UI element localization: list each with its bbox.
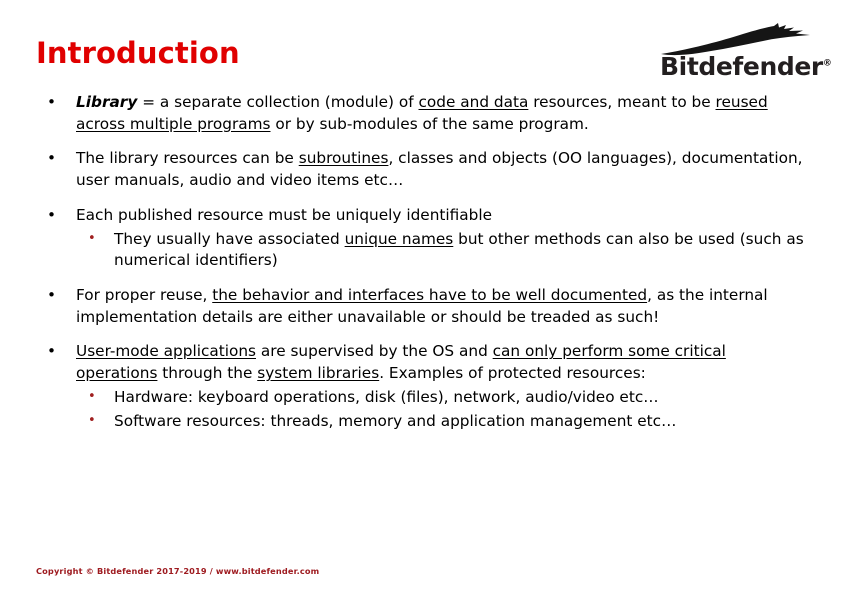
bullet-text: Hardware: keyboard operations, disk (fil… xyxy=(114,388,659,406)
emphasized-term: Library xyxy=(76,93,138,111)
bullet-group: • For proper reuse, the behavior and inte… xyxy=(36,285,806,328)
sub-bullet-item: • They usually have associated unique nam… xyxy=(36,229,806,272)
sub-bullet-item: • Software resources: threads, memory and… xyxy=(36,411,806,433)
text-run: Hardware: keyboard operations, disk (fil… xyxy=(114,387,659,406)
bullet-group: • Library = a separate collection (module… xyxy=(36,92,806,135)
underlined-phrase: User-mode applications xyxy=(76,342,256,361)
sub-bullet-marker-icon: • xyxy=(88,412,96,428)
bullet-text: Each published resource must be uniquely… xyxy=(76,206,492,224)
underlined-phrase: unique names xyxy=(344,229,454,248)
bullet-text: Software resources: threads, memory and … xyxy=(114,412,676,430)
bullet-item: • Library = a separate collection (module… xyxy=(36,92,806,135)
bitdefender-wordmark-text: Bitdefender xyxy=(660,52,823,81)
bullet-text: Library = a separate collection (module)… xyxy=(76,93,768,133)
text-run: They usually have associated xyxy=(114,229,345,248)
text-run: are supervised by the OS and xyxy=(256,342,493,361)
bullet-group: • User-mode applications are supervised b… xyxy=(36,341,806,432)
underlined-phrase: subroutines xyxy=(298,149,389,168)
bullet-group: • Each published resource must be uniquel… xyxy=(36,205,806,272)
bullet-marker-icon: • xyxy=(47,205,57,224)
underlined-phrase: system libraries xyxy=(257,364,380,383)
bullet-group: • The library resources can be subroutine… xyxy=(36,148,806,191)
bitdefender-wordmark: Bitdefender® xyxy=(660,52,832,81)
text-run: or by sub-modules of the same program. xyxy=(270,114,589,133)
slide-canvas: Introduction Bitdefender® • Library = a s… xyxy=(0,0,842,596)
underlined-phrase: the behavior and interfaces have to be w… xyxy=(212,286,648,305)
text-run: through the xyxy=(157,364,258,383)
sub-bullet-marker-icon: • xyxy=(88,230,96,246)
bullet-text: They usually have associated unique name… xyxy=(114,230,804,270)
slide-body: • Library = a separate collection (module… xyxy=(36,92,806,445)
bullet-text: The library resources can be subroutines… xyxy=(76,149,803,189)
sub-bullet-item: • Hardware: keyboard operations, disk (fi… xyxy=(36,387,806,409)
text-run: = a separate collection (module) of xyxy=(137,93,419,111)
bullet-marker-icon: • xyxy=(47,342,57,361)
bullet-item: • For proper reuse, the behavior and inte… xyxy=(36,285,806,328)
bullet-item: • Each published resource must be uniquel… xyxy=(36,205,806,227)
bullet-text: User-mode applications are supervised by… xyxy=(76,342,726,382)
underlined-phrase: code and data xyxy=(418,93,529,111)
text-run: resources, meant to be xyxy=(528,93,716,111)
page-title: Introduction xyxy=(36,36,240,70)
bullet-marker-icon: • xyxy=(47,286,57,305)
copyright-footer: Copyright © Bitdefender 2017-2019 / www.… xyxy=(36,566,320,576)
bullet-marker-icon: • xyxy=(47,93,57,111)
text-run: Each published resource must be uniquely… xyxy=(76,205,493,224)
bullet-item: • User-mode applications are supervised b… xyxy=(36,341,806,384)
bullet-item: • The library resources can be subroutine… xyxy=(36,148,806,191)
bullet-marker-icon: • xyxy=(47,149,57,168)
text-run: . Examples of protected resources: xyxy=(379,364,646,383)
sub-bullet-marker-icon: • xyxy=(88,388,96,404)
bullet-text: For proper reuse, the behavior and inter… xyxy=(76,286,768,326)
text-run: The library resources can be xyxy=(76,149,299,168)
text-run: For proper reuse, xyxy=(76,286,213,305)
trademark-symbol: ® xyxy=(822,58,832,69)
bitdefender-swoosh-icon xyxy=(661,23,810,56)
bitdefender-logo: Bitdefender® xyxy=(654,22,832,84)
text-run: Software resources: threads, memory and … xyxy=(114,411,677,430)
